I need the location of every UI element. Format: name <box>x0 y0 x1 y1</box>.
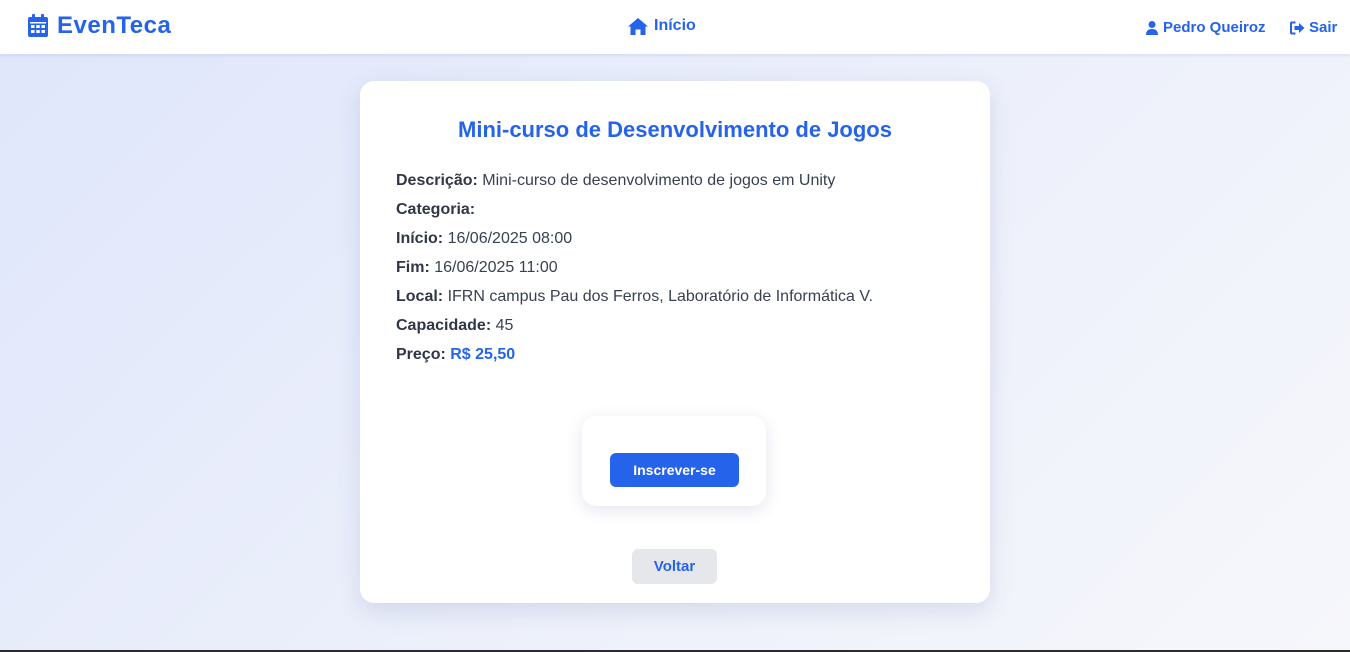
detail-label: Fim: <box>396 259 430 276</box>
subscribe-button[interactable]: Inscrever-se <box>610 453 739 487</box>
logout-label: Sair <box>1309 19 1338 36</box>
detail-label: Capacidade: <box>396 317 492 334</box>
detail-label: Local: <box>396 288 444 305</box>
event-detail-card: Mini-curso de Desenvolvimento de Jogos D… <box>360 81 990 603</box>
back-button[interactable]: Voltar <box>632 549 717 584</box>
detail-label: Preço: <box>396 346 446 363</box>
detail-location: Local: IFRN campus Pau dos Ferros, Labor… <box>396 287 873 316</box>
detail-label: Categoria: <box>396 201 476 218</box>
detail-capacity: Capacidade: 45 <box>396 316 873 345</box>
nav-home-label: Início <box>654 17 696 34</box>
detail-value: 16/06/2025 11:00 <box>434 259 558 276</box>
brand-name: EvenTeca <box>57 12 172 39</box>
detail-price: Preço: R$ 25,50 <box>396 345 873 374</box>
subscribe-panel: Inscrever-se <box>582 416 766 506</box>
calendar-icon <box>27 14 49 38</box>
top-navbar: EvenTeca Início Pedro Queiroz Sair <box>0 0 1350 54</box>
nav-home-link[interactable]: Início <box>628 17 696 35</box>
logout-link[interactable]: Sair <box>1290 19 1337 36</box>
detail-start: Início: 16/06/2025 08:00 <box>396 229 873 258</box>
detail-value: IFRN campus Pau dos Ferros, Laboratório … <box>447 288 873 305</box>
home-icon <box>628 17 648 35</box>
sign-out-icon <box>1290 21 1305 35</box>
detail-description: Descrição: Mini-curso de desenvolvimento… <box>396 171 873 200</box>
detail-value: Mini-curso de desenvolvimento de jogos e… <box>482 172 836 189</box>
brand-link[interactable]: EvenTeca <box>27 12 171 40</box>
detail-end: Fim: 16/06/2025 11:00 <box>396 258 873 287</box>
event-title: Mini-curso de Desenvolvimento de Jogos <box>458 117 892 142</box>
nav-user[interactable]: Pedro Queiroz <box>1146 19 1266 36</box>
detail-label: Início: <box>396 230 444 247</box>
detail-label: Descrição: <box>396 172 478 189</box>
price-value: R$ 25,50 <box>450 346 516 363</box>
detail-category: Categoria: <box>396 200 873 229</box>
user-icon <box>1146 20 1158 35</box>
detail-value: 45 <box>495 317 514 334</box>
user-name: Pedro Queiroz <box>1163 19 1266 36</box>
detail-value: 16/06/2025 08:00 <box>447 230 573 247</box>
event-details-list: Descrição: Mini-curso de desenvolvimento… <box>396 171 873 374</box>
